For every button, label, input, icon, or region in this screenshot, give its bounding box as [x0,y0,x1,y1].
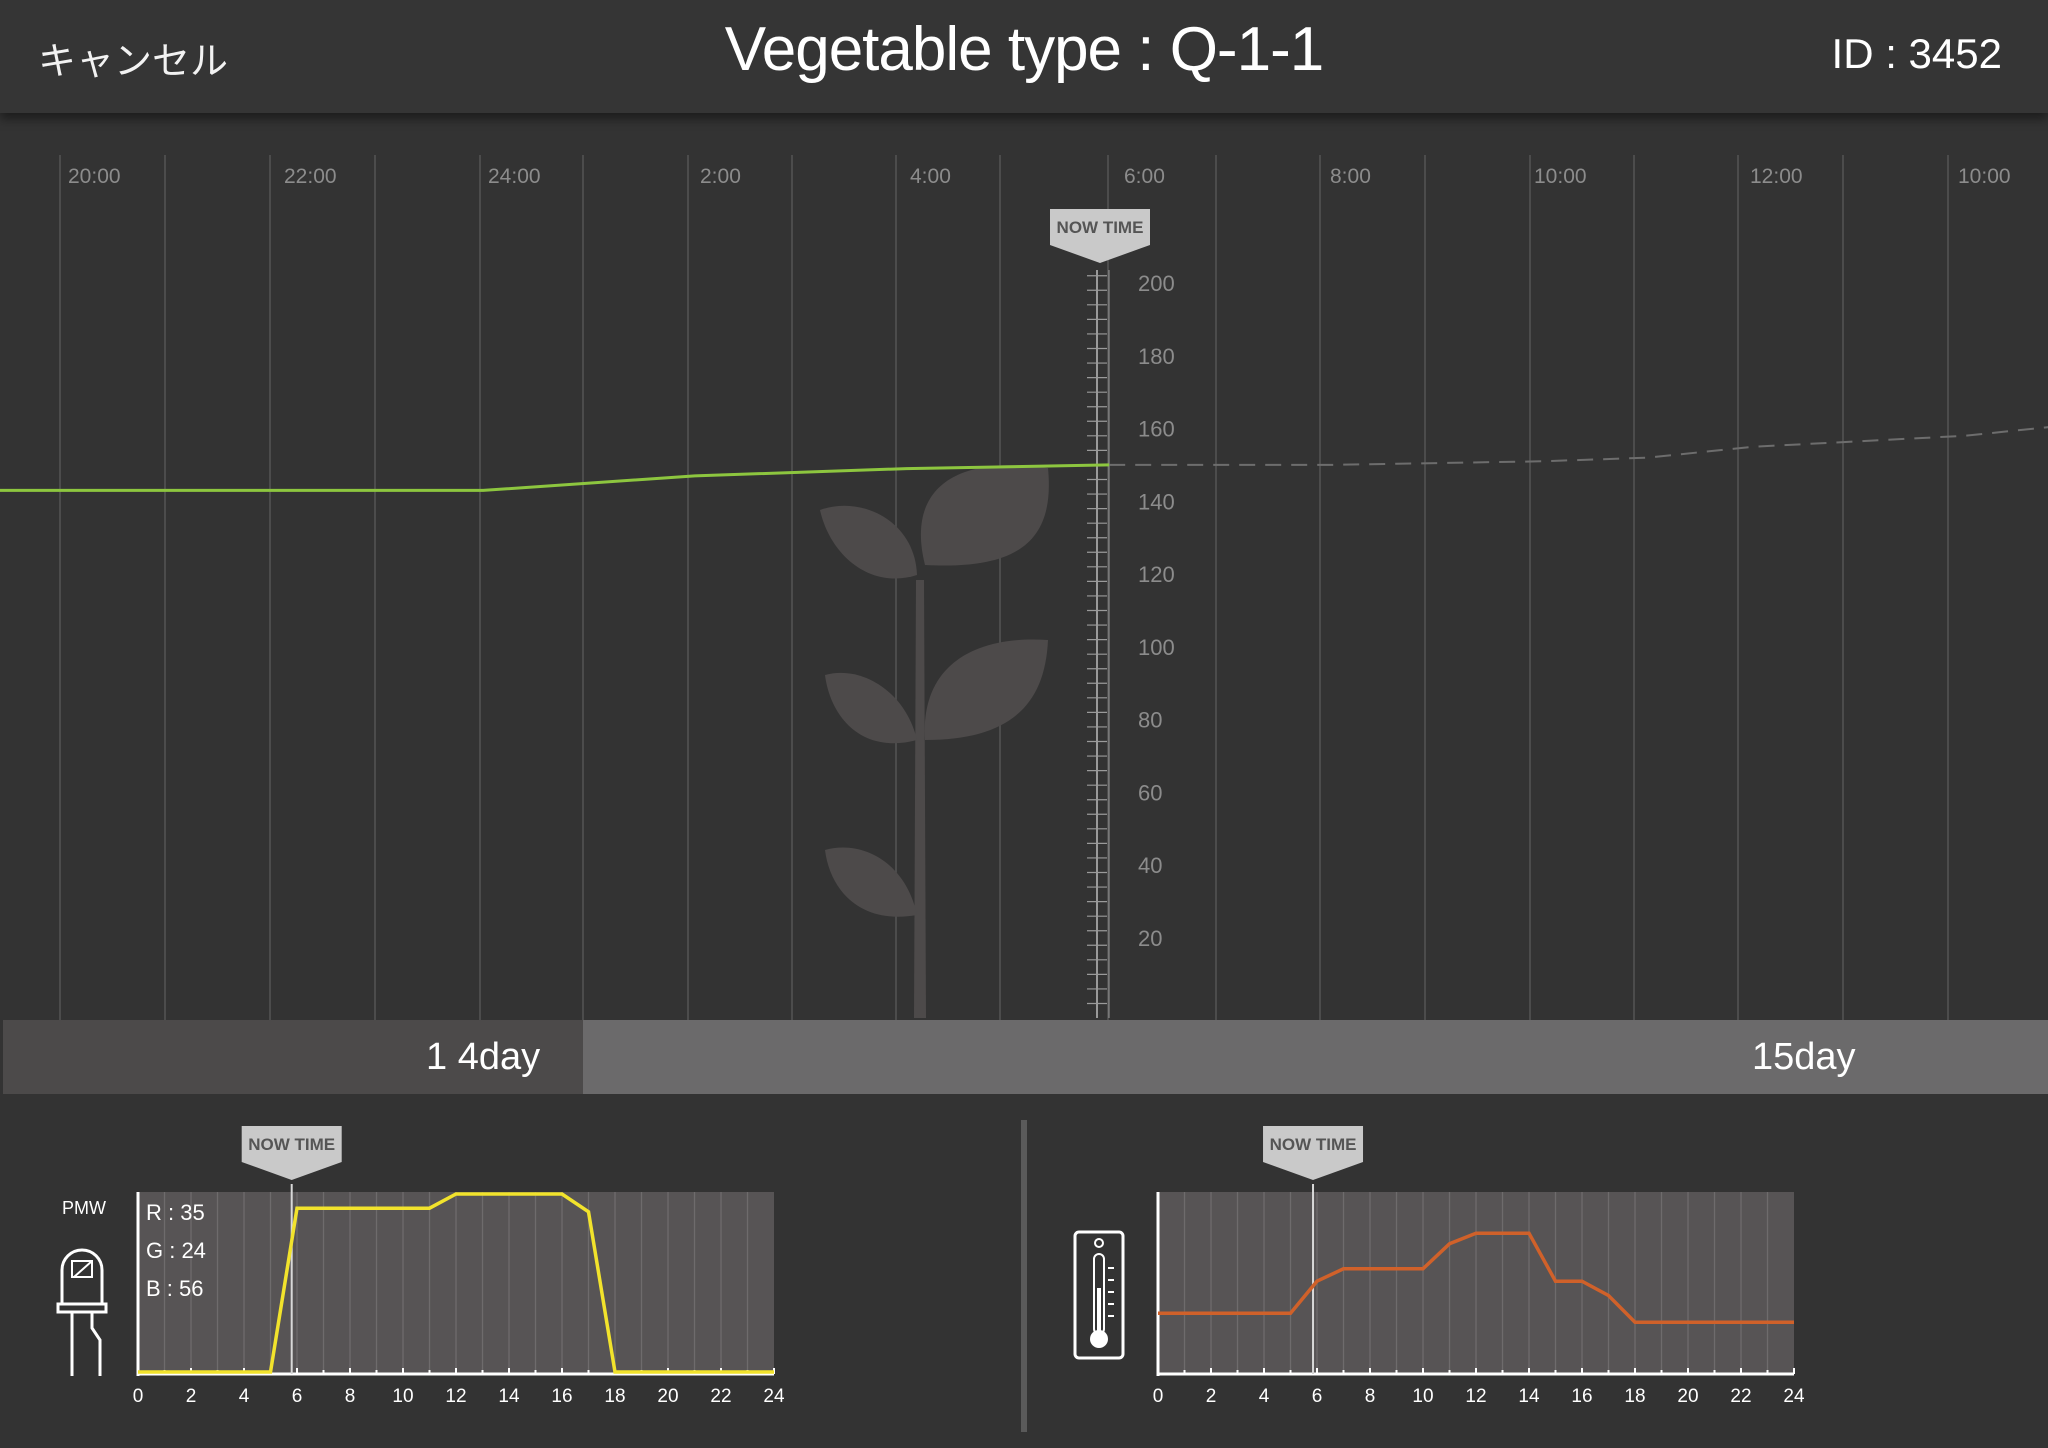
now-time-marker: NOW TIME [1050,209,1150,263]
x-tick-label: 6 [1312,1386,1323,1407]
y-tick-label: 120 [1138,562,1175,587]
time-label: 10:00 [1534,165,1587,188]
time-label: 6:00 [1124,165,1165,188]
x-tick-label: 22 [1730,1386,1751,1407]
x-tick-label: 22 [710,1386,731,1407]
page-title: Vegetable type : Q-1-1 [724,15,1324,84]
chart-grid [59,155,1949,1020]
y-tick-label: 80 [1138,708,1162,733]
y-tick-label: 40 [1138,853,1162,878]
light-plot-area: 0 2 4 6 8 10 12 14 16 18 20 22 24NOW TIME [133,1126,785,1407]
plant-icon [820,465,1049,1018]
x-tick-label: 20 [1677,1386,1698,1407]
x-tick-label: 20 [657,1386,678,1407]
time-axis-labels: 20:00 22:00 24:00 2:00 4:00 6:00 8:00 10:00 12:0… [68,165,2011,188]
g-value: G : 24 [146,1238,206,1263]
x-tick-label: 14 [498,1386,520,1407]
day-15-label: 15day [1752,1036,1856,1078]
temperature-plot-area: 0 2 4 6 8 10 12 14 16 18 20 22 24NOW TIME [1153,1126,1805,1407]
x-tick-label: 24 [1783,1386,1805,1407]
pmw-label: PMW [62,1198,106,1218]
now-time-label: NOW TIME [1270,1135,1357,1154]
x-tick-label: 4 [1259,1386,1270,1407]
panel-divider [1021,1120,1027,1432]
time-label: 10:00 [1958,165,2011,188]
x-tick-label: 8 [345,1386,356,1407]
growth-chart: 20:00 22:00 24:00 2:00 4:00 6:00 8:00 10:00 12:0… [0,155,2048,1020]
y-tick-label: 100 [1138,635,1175,660]
x-tick-label: 18 [604,1386,625,1407]
x-tick-label: 14 [1518,1386,1540,1407]
growth-line-forecast [1109,426,2048,466]
x-tick-label: 24 [763,1386,785,1407]
y-tick-label: 180 [1138,344,1175,369]
x-tick-label: 8 [1365,1386,1376,1407]
x-tick-label: 18 [1624,1386,1645,1407]
time-label: 4:00 [910,165,951,188]
r-value: R : 35 [146,1200,205,1225]
x-tick-label: 0 [133,1386,144,1407]
led-icon [56,1248,108,1376]
y-axis-labels: 200 180 160 140 120 100 80 60 40 20 [1138,271,1175,951]
time-label: 20:00 [68,165,121,188]
y-tick-label: 160 [1138,417,1175,442]
b-value: B : 56 [146,1276,204,1301]
x-tick-label: 16 [551,1386,572,1407]
y-tick-label: 20 [1138,926,1162,951]
time-label: 8:00 [1330,165,1371,188]
x-tick-label: 10 [392,1386,413,1407]
time-label: 22:00 [284,165,337,188]
now-time-marker: NOW TIME [1263,1126,1364,1180]
y-tick-label: 60 [1138,780,1162,805]
time-label: 2:00 [700,165,741,188]
x-tick-label: 0 [1153,1386,1164,1407]
id-label: ID : 3452 [1831,30,2002,77]
now-time-label: NOW TIME [248,1135,335,1154]
x-tick-label: 10 [1412,1386,1433,1407]
day-14-label: 1 4day [426,1036,541,1078]
height-ruler [1087,270,1110,1018]
time-label: 24:00 [488,165,541,188]
x-tick-label: 12 [1465,1386,1486,1407]
y-tick-label: 140 [1138,489,1175,514]
x-tick-label: 12 [445,1386,466,1407]
time-label: 12:00 [1750,165,1803,188]
x-tick-label: 4 [239,1386,250,1407]
y-tick-label: 200 [1138,271,1175,296]
x-tick-label: 2 [186,1386,197,1407]
header-bar: キャンセル Vegetable type : Q-1-1 ID : 3452 [0,0,2048,113]
now-time-marker: NOW TIME [241,1126,342,1180]
thermometer-icon [1073,1230,1125,1360]
x-tick-label: 6 [292,1386,303,1407]
x-tick-label: 2 [1206,1386,1217,1407]
x-tick-label: 16 [1571,1386,1592,1407]
now-time-label: NOW TIME [1057,218,1144,237]
temperature-chart: 0 2 4 6 8 10 12 14 16 18 20 22 24NOW TIME [1073,1126,1805,1407]
